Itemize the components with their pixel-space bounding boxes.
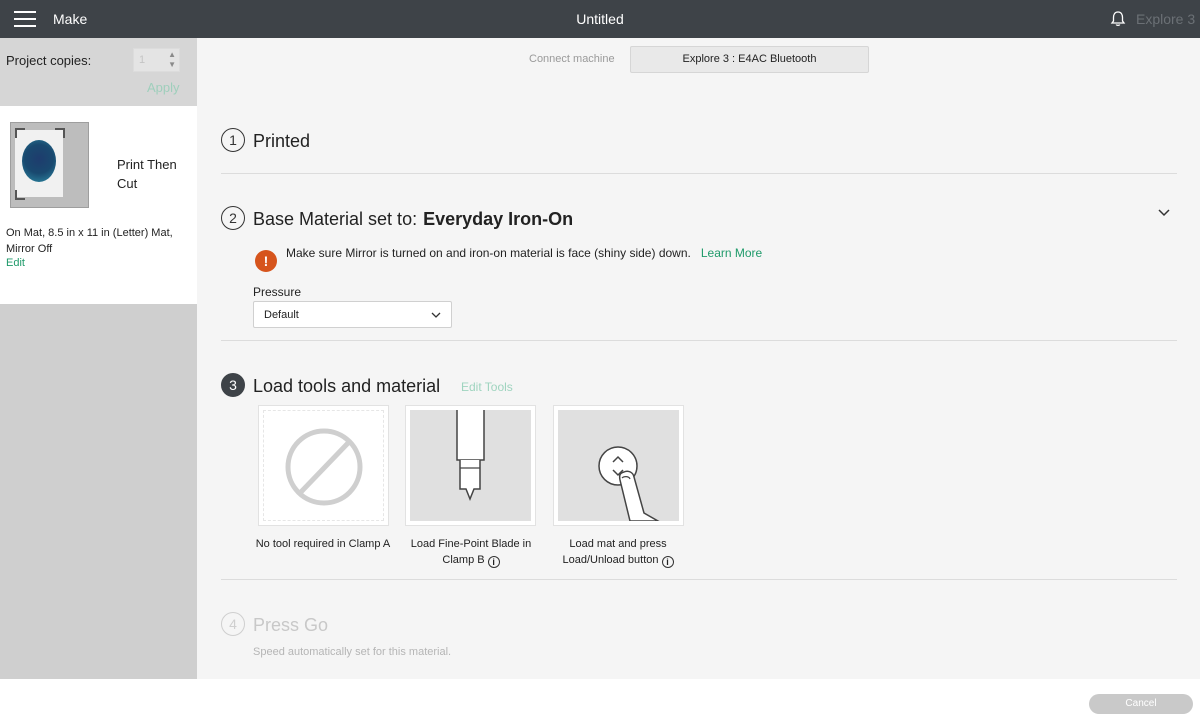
divider: [221, 579, 1177, 580]
project-copies-value: 1: [139, 54, 146, 66]
step-4-subtitle: Speed automatically set for this materia…: [253, 646, 452, 658]
top-bar: Make Untitled Explore 3: [0, 0, 1200, 38]
divider: [221, 340, 1177, 341]
divider: [221, 173, 1177, 174]
project-copies-label: Project copies:: [6, 53, 92, 68]
step-3-title: Load tools and material: [253, 376, 441, 396]
mat-card[interactable]: Print Then Cut On Mat, 8.5 in x 11 in (L…: [0, 106, 197, 304]
clamp-b-image: [410, 410, 531, 521]
blade-icon: [456, 410, 485, 502]
step-4-title: Press Go: [253, 615, 329, 635]
pressure-dropdown[interactable]: Default: [253, 301, 452, 328]
apply-button[interactable]: Apply: [147, 80, 180, 95]
load-mat-image: [558, 410, 679, 521]
machine-select-button[interactable]: Explore 3 : E4AC Bluetooth: [630, 46, 869, 73]
step-1-title: Printed: [253, 131, 311, 151]
clamp-a-label: No tool required in Clamp A: [255, 538, 391, 550]
warning-icon: !: [255, 250, 277, 272]
mat-preview-image: [15, 130, 63, 197]
mat-thumbnail[interactable]: [10, 122, 89, 208]
clamp-a-card: [258, 405, 389, 526]
registration-mark: [15, 190, 25, 200]
project-copies-panel: Project copies: 1 ▲ ▼ Apply: [0, 38, 197, 106]
registration-mark: [15, 128, 25, 138]
step-4-number: 4: [221, 612, 245, 636]
connect-machine-label: Connect machine: [529, 53, 615, 65]
pressure-label: Pressure: [253, 285, 302, 299]
material-name: Everyday Iron-On: [423, 209, 574, 229]
step-3-number: 3: [221, 373, 245, 397]
edit-tools-link[interactable]: Edit Tools: [461, 380, 513, 394]
bell-icon[interactable]: [1109, 10, 1127, 28]
load-mat-text: Load mat and press Load/Unload button: [562, 538, 667, 566]
document-title: Untitled: [576, 11, 624, 27]
sidebar: Project copies: 1 ▲ ▼ Apply Print Then Cu…: [0, 38, 197, 725]
load-unload-button-icon: [598, 446, 660, 521]
project-copies-stepper[interactable]: 1 ▲ ▼: [133, 48, 180, 72]
clamp-b-card: [405, 405, 536, 526]
warning-text: Make sure Mirror is turned on and iron-o…: [286, 246, 691, 260]
load-mat-card: [553, 405, 684, 526]
learn-more-link[interactable]: Learn More: [701, 246, 762, 260]
pressure-value: Default: [264, 309, 299, 321]
stepper-arrows-icon[interactable]: ▲ ▼: [168, 50, 176, 70]
chevron-down-icon[interactable]: [1158, 209, 1170, 217]
main-panel: Connect machine Explore 3 : E4AC Bluetoo…: [197, 38, 1200, 679]
chevron-down-icon: [431, 312, 441, 318]
mat-info: On Mat, 8.5 in x 11 in (Letter) Mat, Mir…: [6, 227, 173, 255]
design-preview: [22, 140, 56, 182]
sidebar-footer: [0, 679, 197, 725]
step-2-number: 2: [221, 206, 245, 230]
mat-label: Print Then Cut: [117, 157, 177, 191]
clamp-a-image: [263, 410, 384, 521]
edit-mat-link[interactable]: Edit: [6, 257, 25, 269]
info-icon[interactable]: i: [487, 556, 500, 568]
registration-mark: [55, 128, 65, 138]
no-tool-icon: [285, 428, 363, 506]
bottom-bar: Cancel: [197, 679, 1200, 725]
warning-message: Make sure Mirror is turned on and iron-o…: [286, 246, 786, 261]
cancel-button[interactable]: Cancel: [1089, 694, 1193, 714]
clamp-b-label: Load Fine-Point Blade in Clamp Bi: [396, 536, 546, 568]
step-2-title: Base Material set to: Everyday Iron-On: [253, 209, 573, 230]
machine-name[interactable]: Explore 3: [1136, 11, 1195, 27]
info-icon[interactable]: i: [661, 556, 674, 568]
load-mat-label: Load mat and press Load/Unload button i: [543, 536, 693, 568]
step-1-number: 1: [221, 128, 245, 152]
step-2-label: Base Material set to:: [253, 209, 418, 229]
clamp-b-text: Load Fine-Point Blade in Clamp B: [410, 538, 532, 566]
